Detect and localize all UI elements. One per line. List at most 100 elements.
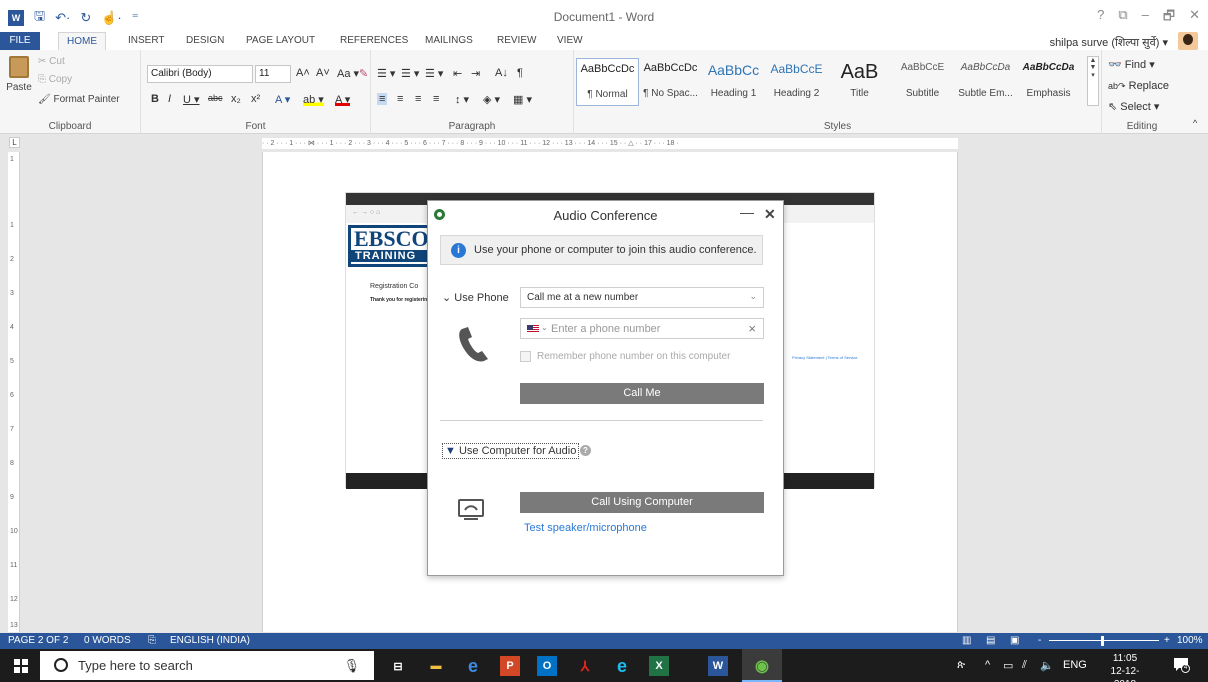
- tray-chevron-icon[interactable]: ^: [985, 659, 990, 671]
- powerpoint-icon[interactable]: P: [500, 656, 520, 676]
- superscript-button[interactable]: x²: [251, 93, 260, 105]
- style-emphasis[interactable]: AaBbCcDa Emphasis: [1017, 58, 1080, 106]
- clear-input-icon[interactable]: ×: [748, 321, 756, 336]
- zoom-in-button[interactable]: +: [1164, 633, 1170, 649]
- shading-button[interactable]: ◈ ▾: [483, 93, 500, 106]
- highlight-button[interactable]: ab ▾: [303, 93, 324, 106]
- print-layout-icon[interactable]: ▤: [986, 633, 995, 649]
- dialog-minimize-button[interactable]: —: [740, 204, 754, 220]
- ribbon-display-icon[interactable]: ⧉: [1118, 7, 1127, 29]
- edge-icon[interactable]: e: [463, 656, 483, 676]
- battery-icon[interactable]: ▭: [1003, 659, 1013, 672]
- tab-home[interactable]: HOME: [58, 32, 106, 51]
- phone-option-select[interactable]: Call me at a new number ⌄: [520, 287, 764, 308]
- internet-explorer-icon[interactable]: e: [612, 656, 632, 676]
- sort-button[interactable]: A↓: [495, 67, 508, 79]
- align-right-button[interactable]: ≡: [415, 93, 421, 105]
- select-button[interactable]: ⇖ Select ▾: [1108, 100, 1159, 113]
- task-view-icon[interactable]: ⊟: [388, 656, 408, 676]
- center-button[interactable]: ≡: [397, 93, 403, 105]
- tab-references[interactable]: REFERENCES: [332, 32, 416, 50]
- underline-button[interactable]: U ▾: [183, 93, 200, 106]
- font-name-select[interactable]: Calibri (Body): [147, 65, 253, 83]
- help-icon[interactable]: ?: [1097, 7, 1104, 29]
- decrease-indent-button[interactable]: ⇤: [453, 67, 462, 80]
- justify-button[interactable]: ≡: [433, 93, 439, 105]
- us-flag-icon[interactable]: [527, 325, 539, 333]
- word-icon[interactable]: W: [708, 656, 728, 676]
- shrink-font-button[interactable]: A˅: [316, 67, 330, 79]
- word-count[interactable]: 0 WORDS: [84, 633, 131, 649]
- tab-page-layout[interactable]: PAGE LAYOUT: [238, 32, 323, 50]
- file-explorer-icon[interactable]: ▬: [426, 656, 446, 676]
- phone-number-input[interactable]: [551, 321, 741, 336]
- acrobat-icon[interactable]: ⅄: [575, 656, 595, 676]
- language-indicator[interactable]: ENGLISH (INDIA): [170, 633, 250, 649]
- styles-gallery-scroll[interactable]: ▲ ▼ ▾: [1087, 56, 1099, 106]
- use-computer-toggle[interactable]: ▼ Use Computer for Audio: [442, 443, 580, 459]
- show-marks-button[interactable]: ¶: [517, 67, 523, 79]
- tab-file[interactable]: FILE: [0, 32, 40, 50]
- font-color-button[interactable]: A ▾: [335, 93, 351, 106]
- align-left-button[interactable]: ≡: [377, 93, 388, 105]
- remember-phone-checkbox[interactable]: Remember phone number on this computer: [520, 351, 730, 362]
- vertical-ruler[interactable]: 1 1 2 3 4 5 6 7 8 9 10 11 12 13: [8, 152, 20, 632]
- user-account[interactable]: shilpa surve (शिल्पा सुर्वे) ▾: [1050, 35, 1168, 50]
- volume-icon[interactable]: 🔈: [1040, 659, 1054, 672]
- minimize-button[interactable]: –: [1142, 7, 1149, 29]
- zoom-slider[interactable]: [1049, 640, 1159, 641]
- maximize-button[interactable]: 🗗: [1163, 7, 1175, 29]
- format-painter-button[interactable]: 🖌 Format Painter: [38, 94, 120, 105]
- multilevel-list-button[interactable]: ☰ ▾: [425, 67, 443, 80]
- tab-mailings[interactable]: MAILINGS: [417, 32, 481, 50]
- change-case-button[interactable]: Aa ▾: [337, 67, 359, 80]
- bullets-button[interactable]: ☰ ▾: [377, 67, 395, 80]
- paste-button[interactable]: Paste: [4, 56, 34, 93]
- network-icon[interactable]: ⫽: [1022, 659, 1027, 672]
- grow-font-button[interactable]: A˄: [296, 67, 310, 79]
- italic-button[interactable]: I: [168, 93, 171, 105]
- tab-design[interactable]: DESIGN: [178, 32, 232, 50]
- tab-insert[interactable]: INSERT: [120, 32, 173, 50]
- taskbar-search[interactable]: 🎙: [40, 651, 374, 680]
- style-subtle-emphasis[interactable]: AaBbCcDa Subtle Em...: [954, 58, 1017, 106]
- excel-icon[interactable]: X: [649, 656, 669, 676]
- proofing-icon[interactable]: ⎘: [148, 633, 156, 649]
- style-heading-1[interactable]: AaBbCc Heading 1: [702, 58, 765, 106]
- replace-button[interactable]: ab↷ Replace: [1108, 80, 1169, 92]
- use-phone-toggle[interactable]: ⌄ Use Phone: [442, 291, 509, 304]
- test-speaker-link[interactable]: Test speaker/microphone: [524, 522, 647, 534]
- cut-button[interactable]: ✂ Cut: [38, 56, 65, 67]
- style-title[interactable]: AaB Title: [828, 58, 891, 106]
- font-size-select[interactable]: 11: [255, 65, 291, 83]
- ruler-ticks[interactable]: · · 2 · · · 1 · · · ⋈ · · · 1 · · · 2 · …: [262, 138, 958, 149]
- web-layout-icon[interactable]: ▣: [1010, 633, 1019, 649]
- collapse-ribbon-icon[interactable]: ^: [1193, 118, 1197, 128]
- increase-indent-button[interactable]: ⇥: [471, 67, 480, 80]
- strikethrough-button[interactable]: abc: [208, 93, 223, 103]
- page-count[interactable]: PAGE 2 OF 2: [8, 633, 68, 649]
- style-no-spacing[interactable]: AaBbCcDc ¶ No Spac...: [639, 58, 702, 106]
- input-language[interactable]: ENG: [1063, 659, 1087, 671]
- find-button[interactable]: 👓 Find ▾: [1108, 58, 1155, 71]
- webex-icon[interactable]: ◉: [752, 656, 772, 676]
- tab-selector[interactable]: L: [9, 137, 20, 148]
- zoom-level[interactable]: 100%: [1177, 633, 1203, 649]
- avatar[interactable]: [1178, 32, 1198, 50]
- read-mode-icon[interactable]: ▥: [962, 633, 971, 649]
- help-icon[interactable]: ?: [580, 445, 591, 456]
- style-heading-2[interactable]: AaBbCcE Heading 2: [765, 58, 828, 106]
- borders-button[interactable]: ▦ ▾: [513, 93, 532, 106]
- microphone-icon[interactable]: 🎙: [343, 658, 360, 674]
- close-button[interactable]: ✕: [1189, 7, 1200, 29]
- copy-button[interactable]: ⎘ Copy: [38, 74, 72, 85]
- line-spacing-button[interactable]: ↕ ▾: [455, 93, 469, 106]
- phone-number-field[interactable]: ⌄ ×: [520, 318, 764, 339]
- remember-checkbox-box[interactable]: [520, 351, 531, 362]
- tab-review[interactable]: REVIEW: [489, 32, 544, 50]
- bold-button[interactable]: B: [151, 93, 159, 105]
- text-effects-button[interactable]: A ▾: [275, 93, 290, 106]
- outlook-icon[interactable]: O: [537, 656, 557, 676]
- call-me-button[interactable]: Call Me: [520, 383, 764, 404]
- clear-formatting-button[interactable]: ✎: [359, 67, 368, 80]
